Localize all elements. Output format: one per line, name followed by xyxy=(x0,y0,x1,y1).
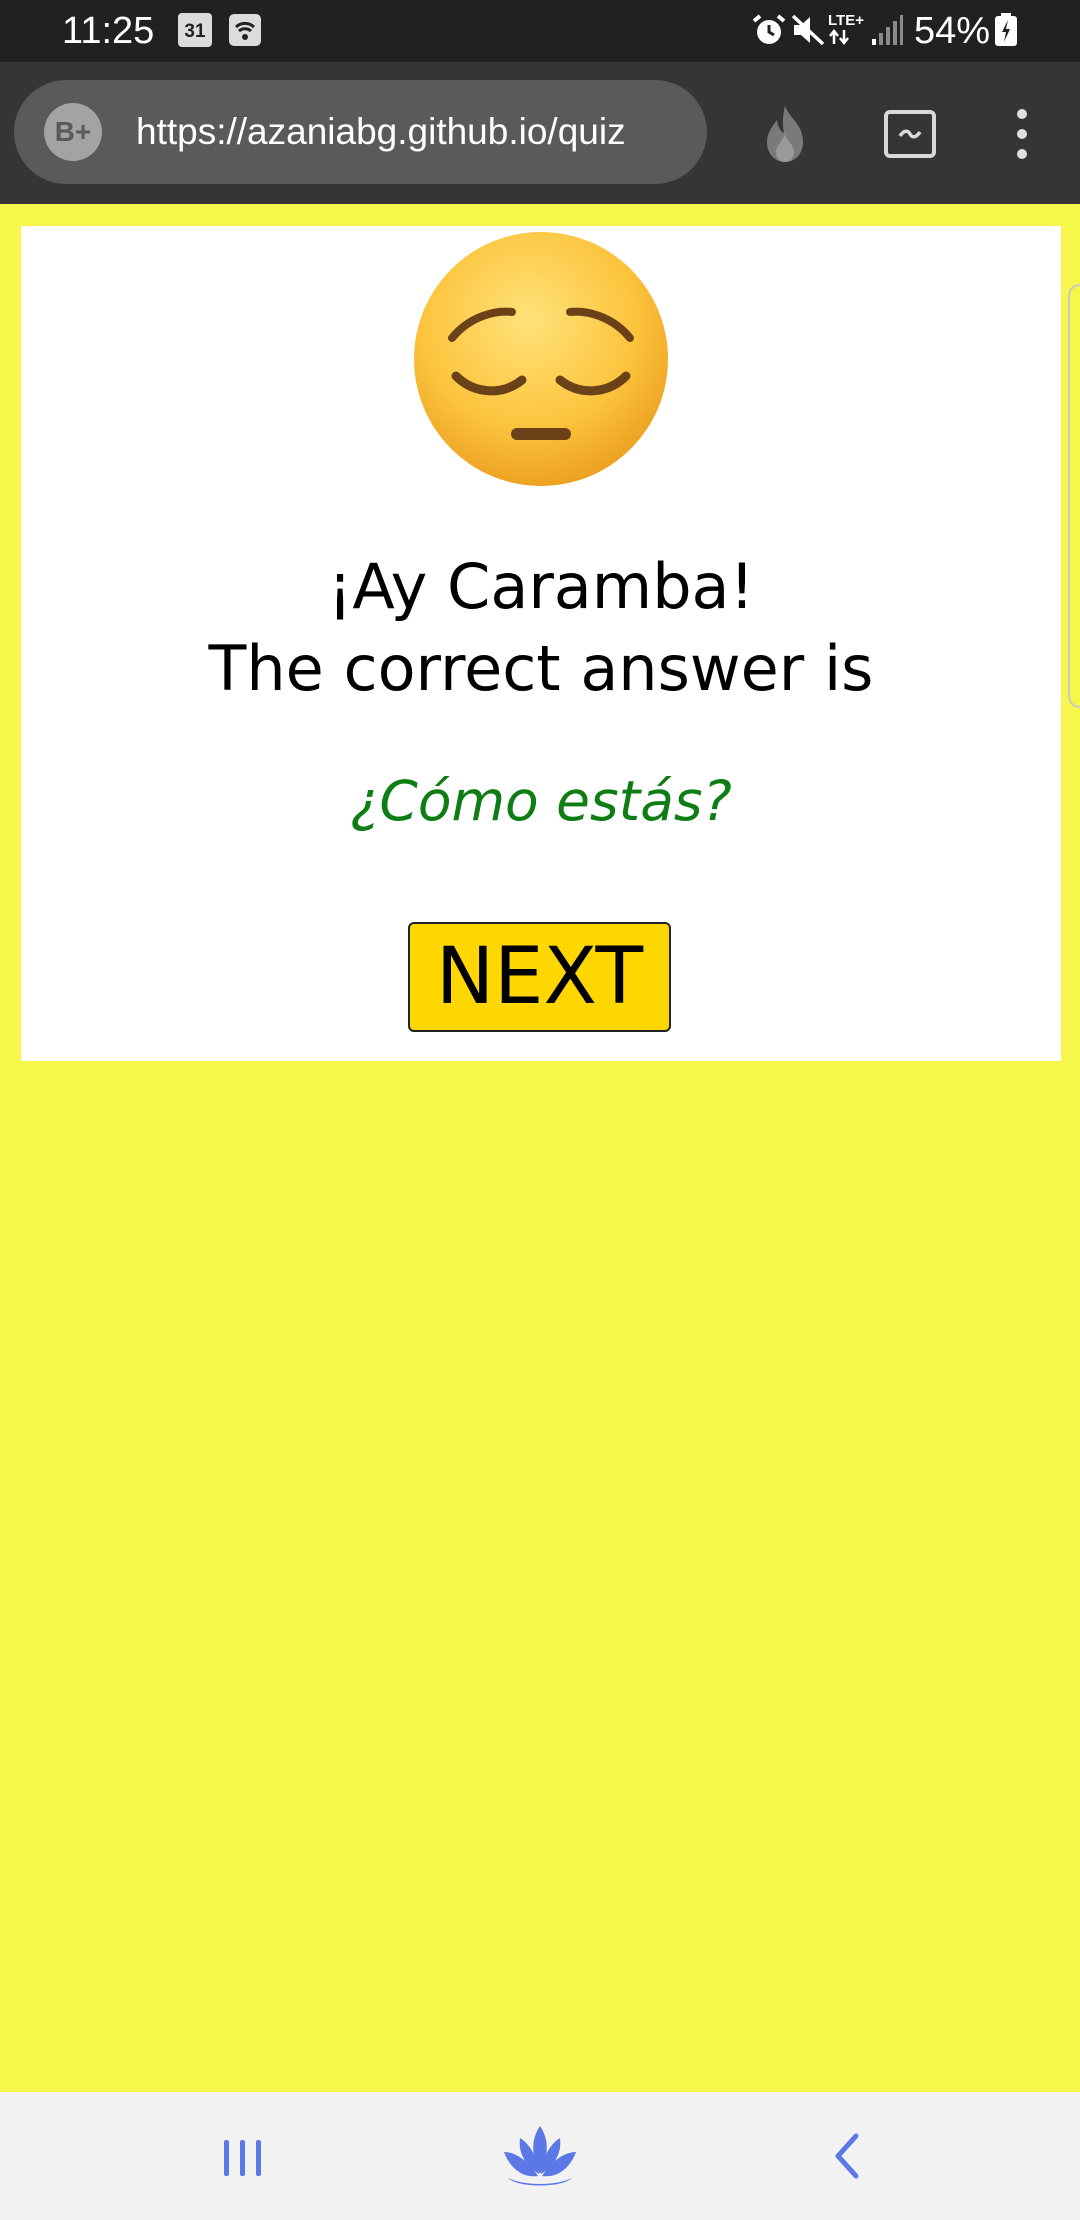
lte-icon: LTE+ xyxy=(828,13,868,47)
signal-icon xyxy=(872,15,903,45)
data-arrows-icon xyxy=(829,28,849,46)
site-info-badge[interactable]: B+ xyxy=(44,103,102,161)
home-lotus-icon[interactable] xyxy=(500,2116,580,2196)
recents-icon[interactable] xyxy=(203,2116,283,2196)
headline-exclamation: ¡Ay Caramba! xyxy=(327,550,755,623)
battery-charging-icon xyxy=(995,13,1017,46)
alarm-icon xyxy=(752,14,786,44)
headline-correct-answer-label: The correct answer is xyxy=(208,632,874,705)
more-menu-icon[interactable] xyxy=(990,102,1054,166)
screen-mode-icon[interactable] xyxy=(878,102,942,166)
url-text[interactable]: https://azaniabg.github.io/quiz xyxy=(136,80,692,184)
browser-toolbar: B+ https://azaniabg.github.io/quiz xyxy=(0,62,1080,204)
address-bar[interactable]: B+ https://azaniabg.github.io/quiz xyxy=(14,80,707,184)
status-bar: 11:25 31 LTE+ 54% xyxy=(0,0,1080,62)
status-time: 11:25 xyxy=(62,10,155,52)
mute-icon xyxy=(791,14,825,46)
pensive-face-icon xyxy=(414,232,668,486)
result-headline: ¡Ay Caramba! The correct answer is xyxy=(21,546,1061,710)
result-card: ¡Ay Caramba! The correct answer is ¿Cómo… xyxy=(21,226,1061,1061)
next-button[interactable]: NEXT xyxy=(408,922,671,1032)
battery-percent: 54% xyxy=(914,10,991,52)
navigation-bar xyxy=(0,2092,1080,2220)
lte-label: LTE+ xyxy=(828,12,864,29)
cast-icon xyxy=(229,14,261,46)
calendar-icon: 31 xyxy=(178,13,212,47)
edge-panel-handle[interactable] xyxy=(1068,284,1080,708)
fire-icon[interactable] xyxy=(753,102,817,166)
back-icon[interactable] xyxy=(808,2116,888,2196)
correct-answer: ¿Cómo estás? xyxy=(350,769,732,833)
